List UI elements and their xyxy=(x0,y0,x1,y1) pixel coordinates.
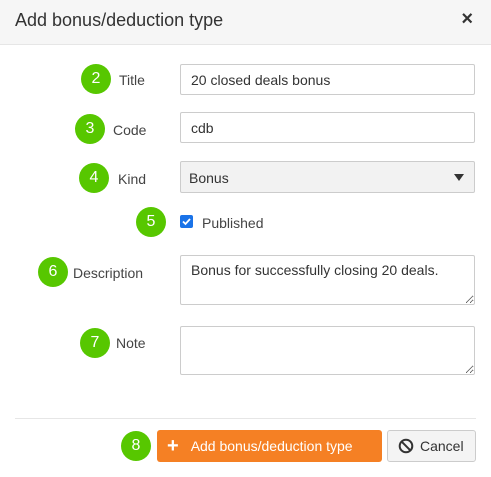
kind-label: Kind xyxy=(118,171,147,187)
close-icon[interactable]: × xyxy=(461,8,473,31)
chevron-down-icon xyxy=(454,174,464,181)
cancel-button[interactable]: Cancel xyxy=(387,430,476,462)
submit-button-label: Add bonus/deduction type xyxy=(190,438,353,454)
step-badge-submit: 8 xyxy=(121,431,151,461)
kind-select[interactable]: Bonus xyxy=(180,161,475,193)
step-badge-published: 5 xyxy=(136,207,166,237)
title-label: Title xyxy=(119,72,145,88)
title-input[interactable] xyxy=(180,64,475,95)
cancel-button-label: Cancel xyxy=(420,438,464,454)
checkmark-icon xyxy=(182,218,191,226)
add-bonus-deduction-type-button[interactable]: + Add bonus/deduction type xyxy=(157,430,382,462)
description-label: Description xyxy=(73,265,144,281)
published-label: Published xyxy=(202,215,264,231)
step-badge-note: 7 xyxy=(80,328,110,358)
code-label: Code xyxy=(113,122,147,138)
plus-icon: + xyxy=(167,435,179,457)
step-badge-kind: 4 xyxy=(79,163,109,193)
step-badge-description: 6 xyxy=(38,257,68,287)
footer-divider xyxy=(15,418,476,419)
step-badge-title: 2 xyxy=(81,64,111,94)
note-label: Note xyxy=(116,335,146,351)
published-checkbox[interactable] xyxy=(180,215,193,228)
ban-icon xyxy=(398,438,414,454)
description-textarea[interactable]: Bonus for successfully closing 20 deals. xyxy=(180,255,475,305)
dialog-title: Add bonus/deduction type xyxy=(15,10,224,30)
dialog-header: Add bonus/deduction type × xyxy=(0,0,491,45)
kind-select-value: Bonus xyxy=(189,170,229,186)
note-textarea[interactable] xyxy=(180,326,475,375)
code-input[interactable] xyxy=(180,112,475,143)
step-badge-code: 3 xyxy=(75,114,105,144)
